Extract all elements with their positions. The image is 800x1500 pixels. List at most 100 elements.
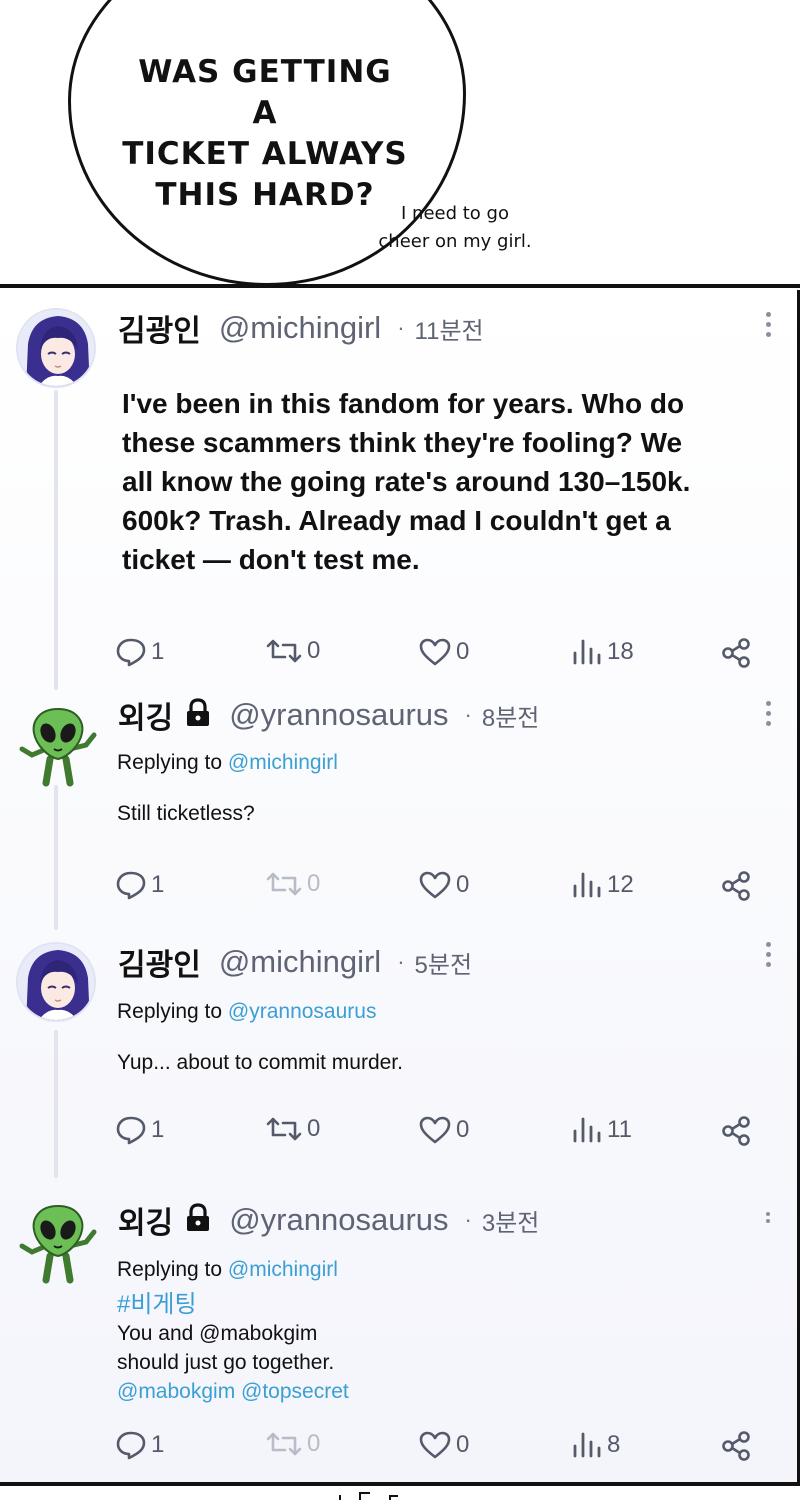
timestamp: 5분전 — [414, 951, 473, 979]
thread-connector — [54, 390, 58, 690]
like-count: 0 — [456, 871, 470, 898]
comic-panel: WAS GETTING A TICKET ALWAYS THIS HARD? I… — [0, 0, 800, 286]
tweet-header: 외깅 @yrannosaurus · 8분전 — [118, 693, 539, 737]
thread-connector — [54, 785, 58, 930]
more-options-icon[interactable] — [766, 701, 772, 731]
replying-to-label: Replying to — [117, 751, 223, 774]
lock-icon — [185, 697, 211, 733]
retweet-icon — [265, 637, 303, 665]
alien-avatar[interactable] — [16, 705, 100, 787]
more-options-icon[interactable] — [766, 1212, 772, 1226]
like-icon — [418, 870, 452, 900]
more-options-icon[interactable] — [766, 312, 772, 342]
like-icon — [418, 637, 452, 667]
user-handle[interactable]: @michingirl — [219, 310, 381, 346]
reply-button[interactable]: 1 — [115, 1115, 164, 1145]
replying-to-handle[interactable]: @michingirl — [228, 751, 338, 774]
body-line: should just go together. — [117, 1351, 335, 1374]
speech-bubble-text: WAS GETTING A TICKET ALWAYS THIS HARD? — [120, 52, 410, 216]
cropped-text-fragment — [330, 1488, 420, 1500]
panel-border-bottom — [0, 1482, 800, 1486]
aside-text: I need to go cheer on my girl. — [370, 200, 540, 256]
tweet-body: Yup... about to commit murder. — [117, 1048, 403, 1077]
replying-to-handle[interactable]: @yrannosaurus — [228, 1000, 377, 1023]
retweet-icon — [265, 870, 303, 898]
share-icon — [720, 870, 752, 902]
share-button[interactable] — [720, 1115, 752, 1147]
like-button[interactable]: 0 — [418, 1430, 469, 1460]
share-icon — [720, 637, 752, 669]
tweet-header: 김광인 @michingirl · 11분전 — [118, 306, 484, 350]
share-icon — [720, 1115, 752, 1147]
reply-count: 1 — [151, 1431, 165, 1458]
thread-connector — [54, 1030, 58, 1178]
view-count: 11 — [607, 1116, 632, 1143]
views-icon — [571, 1430, 603, 1460]
like-button[interactable]: 0 — [418, 870, 469, 900]
replying-to-handle[interactable]: @michingirl — [228, 1258, 338, 1281]
view-count: 8 — [607, 1431, 621, 1458]
like-button[interactable]: 0 — [418, 637, 469, 667]
retweet-button[interactable]: 0 — [265, 637, 320, 665]
like-count: 0 — [456, 1116, 470, 1143]
like-button[interactable]: 0 — [418, 1115, 469, 1145]
display-name[interactable]: 외깅 — [118, 1198, 173, 1242]
view-count: 18 — [607, 638, 634, 665]
tweet-actions: 1 0 0 11 — [115, 1115, 765, 1155]
alien-avatar[interactable] — [16, 1202, 100, 1284]
share-button[interactable] — [720, 870, 752, 902]
retweet-count: 0 — [307, 1115, 321, 1142]
views-button[interactable]: 18 — [571, 637, 634, 667]
mention-links[interactable]: @mabokgim @topsecret — [117, 1377, 717, 1406]
view-count: 12 — [607, 871, 634, 898]
like-icon — [418, 1115, 452, 1145]
views-icon — [571, 1115, 603, 1145]
body-line: You and @mabokgim — [117, 1322, 318, 1345]
retweet-button[interactable]: 0 — [265, 1430, 320, 1458]
reply-button[interactable]: 1 — [115, 637, 164, 667]
retweet-count: 0 — [307, 637, 321, 664]
body-line: ticket — don't test me. — [122, 544, 420, 575]
retweet-button[interactable]: 0 — [265, 870, 320, 898]
separator-dot: · — [464, 702, 472, 727]
replying-to: Replying to @yrannosaurus — [117, 1000, 376, 1024]
separator-dot: · — [464, 1207, 472, 1232]
reply-count: 1 — [151, 1116, 165, 1143]
replying-to: Replying to @michingirl — [117, 1258, 338, 1282]
more-options-icon[interactable] — [766, 942, 772, 972]
retweet-button[interactable]: 0 — [265, 1115, 320, 1143]
views-button[interactable]: 11 — [571, 1115, 632, 1145]
body-line: Still ticketless? — [117, 802, 255, 825]
aside-line: cheer on my girl. — [378, 231, 532, 252]
views-button[interactable]: 12 — [571, 870, 634, 900]
views-button[interactable]: 8 — [571, 1430, 620, 1460]
like-count: 0 — [456, 638, 470, 665]
speech-line: THIS HARD? — [155, 177, 375, 213]
separator-dot: · — [397, 315, 405, 340]
display-name[interactable]: 외깅 — [118, 693, 173, 737]
reply-icon — [115, 1430, 147, 1460]
display-name[interactable]: 김광인 — [118, 940, 201, 984]
user-handle[interactable]: @michingirl — [219, 944, 381, 980]
girl-avatar[interactable] — [16, 308, 96, 388]
like-count: 0 — [456, 1431, 470, 1458]
body-line: 600k? Trash. Already mad I couldn't get … — [122, 505, 671, 536]
share-button[interactable] — [720, 637, 752, 669]
reply-icon — [115, 870, 147, 900]
reply-button[interactable]: 1 — [115, 1430, 164, 1460]
tweet-actions: 1 0 0 12 — [115, 870, 765, 910]
girl-avatar[interactable] — [16, 942, 96, 1022]
timestamp: 3분전 — [481, 1209, 540, 1237]
user-handle[interactable]: @yrannosaurus — [229, 697, 448, 733]
share-button[interactable] — [720, 1430, 752, 1462]
user-handle[interactable]: @yrannosaurus — [229, 1202, 448, 1238]
reply-icon — [115, 637, 147, 667]
tweet-body: #비게팅 You and @mabokgim should just go to… — [117, 1290, 717, 1406]
views-icon — [571, 870, 603, 900]
display-name[interactable]: 김광인 — [118, 306, 201, 350]
speech-line: WAS GETTING A — [138, 54, 392, 131]
views-icon — [571, 637, 603, 667]
reply-button[interactable]: 1 — [115, 870, 164, 900]
body-line: all know the going rate's around 130–150… — [122, 466, 691, 497]
hashtag-link[interactable]: #비게팅 — [117, 1290, 717, 1319]
